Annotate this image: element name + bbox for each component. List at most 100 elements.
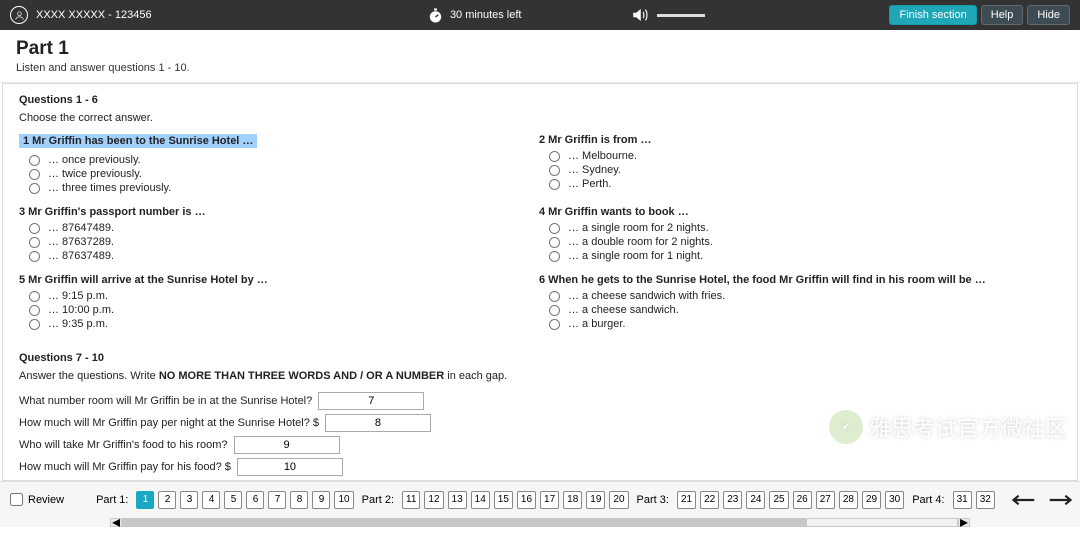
q6-opt-c-radio[interactable] (549, 319, 560, 330)
q8-input[interactable] (325, 414, 431, 432)
section-a-title: Questions 1 - 6 (19, 94, 1061, 106)
nav-q-5[interactable]: 5 (224, 491, 242, 509)
nav-q-31[interactable]: 31 (953, 491, 972, 509)
nav-q-25[interactable]: 25 (769, 491, 788, 509)
nav-scrollbar[interactable]: ◂ ▸ (0, 517, 1080, 527)
nav-q-29[interactable]: 29 (862, 491, 881, 509)
q4-opt-c-radio[interactable] (549, 251, 560, 262)
q3-opt-b: … 87637289. (48, 236, 114, 248)
q5-opt-a-radio[interactable] (29, 291, 40, 302)
bottom-bar: Review Part 1:12345678910Part 2:11121314… (0, 481, 1080, 517)
q6-opt-a-radio[interactable] (549, 291, 560, 302)
q6-opt-b-radio[interactable] (549, 305, 560, 316)
nav-q-13[interactable]: 13 (448, 491, 467, 509)
section-b-instr: Answer the questions. Write NO MORE THAN… (19, 370, 1061, 382)
review-checkbox-input[interactable] (10, 493, 23, 506)
q1-title: 1 Mr Griffin has been to the Sunrise Hot… (19, 134, 257, 148)
q6-title: 6 When he gets to the Sunrise Hotel, the… (539, 274, 1059, 286)
nav-q-17[interactable]: 17 (540, 491, 559, 509)
nav-q-21[interactable]: 21 (677, 491, 696, 509)
nav-q-9[interactable]: 9 (312, 491, 330, 509)
question-area[interactable]: Questions 1 - 6 Choose the correct answe… (3, 84, 1077, 480)
q3-opt-a: … 87647489. (48, 222, 114, 234)
q9-input[interactable] (234, 436, 340, 454)
nav-q-32[interactable]: 32 (976, 491, 995, 509)
nav-q-6[interactable]: 6 (246, 491, 264, 509)
q6-opt-c: … a burger. (568, 318, 625, 330)
q2-opt-c: … Perth. (568, 178, 611, 190)
nav-part-label: Part 2: (362, 494, 394, 506)
q4-title: 4 Mr Griffin wants to book … (539, 206, 1059, 218)
nav-q-14[interactable]: 14 (471, 491, 490, 509)
nav-part-label: Part 1: (96, 494, 128, 506)
q3-opt-a-radio[interactable] (29, 223, 40, 234)
q4-opt-b: … a double room for 2 nights. (568, 236, 713, 248)
nav-next-icon[interactable] (1048, 493, 1074, 507)
q6-opt-b: … a cheese sandwich. (568, 304, 679, 316)
nav-q-18[interactable]: 18 (563, 491, 582, 509)
q2-opt-c-radio[interactable] (549, 179, 560, 190)
q1-opt-b: … twice previously. (48, 168, 142, 180)
speaker-icon (631, 6, 649, 24)
q1-opt-c: … three times previously. (48, 182, 171, 194)
nav-q-20[interactable]: 20 (609, 491, 628, 509)
q5-opt-b-radio[interactable] (29, 305, 40, 316)
q5-opt-b: … 10:00 p.m. (48, 304, 114, 316)
q3-opt-b-radio[interactable] (29, 237, 40, 248)
q4-opt-a-radio[interactable] (549, 223, 560, 234)
section-a-instr: Choose the correct answer. (19, 112, 1061, 124)
q6-opt-a: … a cheese sandwich with fries. (568, 290, 725, 302)
q4-opt-c: … a single room for 1 night. (568, 250, 703, 262)
nav-q-19[interactable]: 19 (586, 491, 605, 509)
nav-q-3[interactable]: 3 (180, 491, 198, 509)
hide-button[interactable]: Hide (1027, 5, 1070, 25)
finish-section-button[interactable]: Finish section (889, 5, 976, 25)
nav-q-8[interactable]: 8 (290, 491, 308, 509)
top-bar: XXXX XXXXX - 123456 30 minutes left Fini… (0, 0, 1080, 30)
q5-opt-a: … 9:15 p.m. (48, 290, 108, 302)
nav-q-7[interactable]: 7 (268, 491, 286, 509)
nav-q-15[interactable]: 15 (494, 491, 513, 509)
nav-q-10[interactable]: 10 (334, 491, 353, 509)
nav-q-12[interactable]: 12 (424, 491, 443, 509)
nav-q-2[interactable]: 2 (158, 491, 176, 509)
q7-input[interactable] (318, 392, 424, 410)
q3-title: 3 Mr Griffin's passport number is … (19, 206, 539, 218)
nav-q-1[interactable]: 1 (136, 491, 154, 509)
q1-opt-a: … once previously. (48, 154, 141, 166)
q1-opt-c-radio[interactable] (29, 183, 40, 194)
help-button[interactable]: Help (981, 5, 1024, 25)
nav-q-22[interactable]: 22 (700, 491, 719, 509)
q3-opt-c-radio[interactable] (29, 251, 40, 262)
nav-q-26[interactable]: 26 (793, 491, 812, 509)
nav-q-24[interactable]: 24 (746, 491, 765, 509)
nav-q-4[interactable]: 4 (202, 491, 220, 509)
q1-opt-b-radio[interactable] (29, 169, 40, 180)
nav-q-27[interactable]: 27 (816, 491, 835, 509)
nav-q-30[interactable]: 30 (885, 491, 904, 509)
nav-prev-icon[interactable] (1010, 493, 1036, 507)
q1-opt-a-radio[interactable] (29, 155, 40, 166)
review-checkbox[interactable]: Review (10, 493, 64, 506)
q3-opt-c: … 87637489. (48, 250, 114, 262)
q9-label: Who will take Mr Griffin's food to his r… (19, 439, 228, 451)
nav-q-28[interactable]: 28 (839, 491, 858, 509)
q2-opt-a: … Melbourne. (568, 150, 637, 162)
q2-title: 2 Mr Griffin is from … (539, 134, 1059, 146)
q4-opt-b-radio[interactable] (549, 237, 560, 248)
nav-q-23[interactable]: 23 (723, 491, 742, 509)
q2-opt-b-radio[interactable] (549, 165, 560, 176)
q2-opt-b: … Sydney. (568, 164, 621, 176)
nav-part-label: Part 3: (637, 494, 669, 506)
nav-q-11[interactable]: 11 (402, 491, 420, 509)
q10-input[interactable] (237, 458, 343, 476)
user-icon (10, 6, 28, 24)
nav-q-16[interactable]: 16 (517, 491, 536, 509)
timer: 30 minutes left (427, 7, 522, 24)
volume-slider[interactable] (657, 14, 705, 17)
q2-opt-a-radio[interactable] (549, 151, 560, 162)
nav-part-label: Part 4: (912, 494, 944, 506)
user-name: XXXX XXXXX - 123456 (36, 9, 152, 21)
q5-opt-c-radio[interactable] (29, 319, 40, 330)
part-subtitle: Listen and answer questions 1 - 10. (16, 62, 1064, 74)
